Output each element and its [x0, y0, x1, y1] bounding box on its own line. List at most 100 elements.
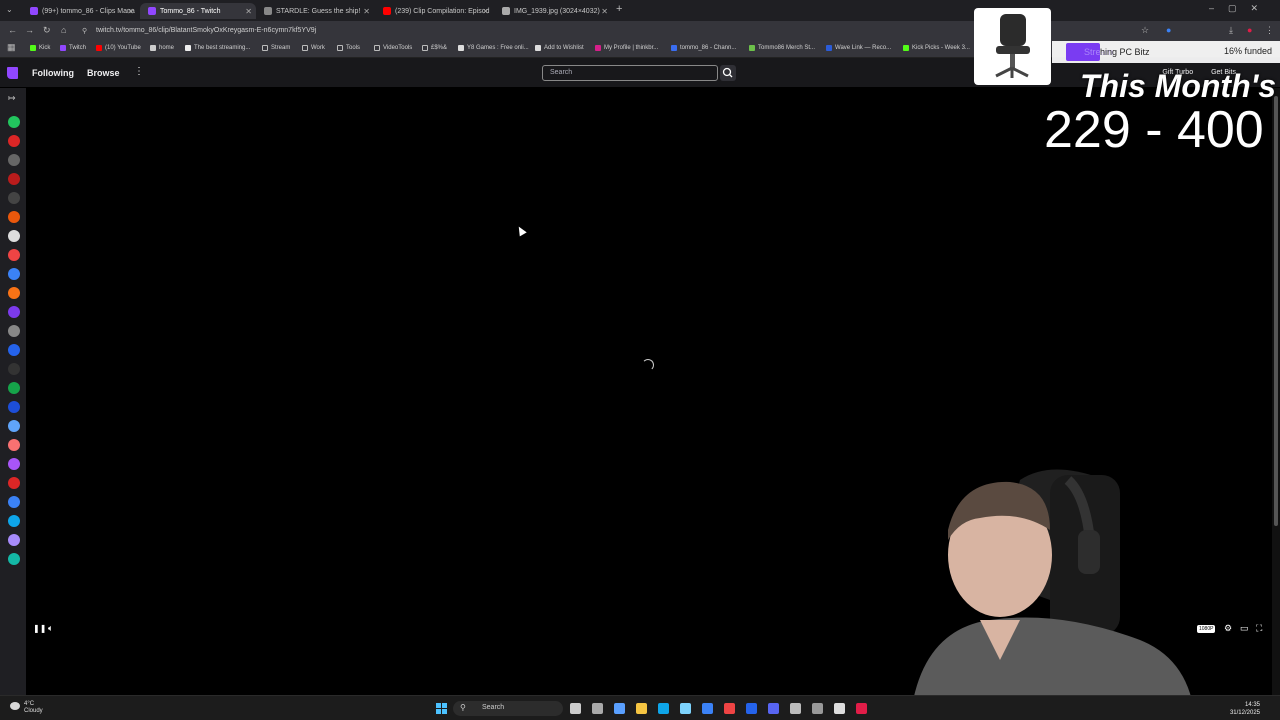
followed-channel-avatar[interactable]: [8, 401, 20, 413]
browser-tab[interactable]: (239) Clip Compilation: Episod ✕: [375, 3, 493, 19]
download-icon[interactable]: ⤓: [1229, 25, 1233, 36]
volume-icon[interactable]: 🔈︎: [48, 623, 53, 634]
taskbar-app-icon[interactable]: [768, 703, 779, 714]
followed-channel-avatar[interactable]: [8, 420, 20, 432]
site-info-icon[interactable]: ⚲: [82, 27, 87, 35]
taskbar-app-icon[interactable]: [746, 703, 757, 714]
bookmark-folder[interactable]: £$%&: [422, 45, 447, 51]
tab-close-icon[interactable]: ✕: [363, 7, 370, 16]
bookmark-label: Twitch: [69, 45, 87, 51]
bookmark-item[interactable]: home: [150, 45, 174, 51]
menu-icon[interactable]: ⋮: [1265, 25, 1274, 36]
scrollbar-thumb[interactable]: [1274, 96, 1278, 526]
taskbar-app-icon[interactable]: [724, 703, 735, 714]
followed-channel-avatar[interactable]: [8, 249, 20, 261]
followed-channel-avatar[interactable]: [8, 211, 20, 223]
bookmark-item[interactable]: Y8 Games : Free onli...: [458, 45, 529, 51]
more-options-icon[interactable]: ⋮: [134, 66, 144, 77]
bookmark-item[interactable]: The best streaming...: [185, 45, 250, 51]
followed-channel-avatar[interactable]: [8, 515, 20, 527]
taskbar-app-icon[interactable]: [812, 703, 823, 714]
bookmark-item[interactable]: My Profile | thinkbr...: [595, 45, 658, 51]
bookmark-folder[interactable]: Work: [302, 45, 325, 51]
theatre-mode-icon[interactable]: ▭: [1240, 623, 1249, 634]
taskbar-app-icon[interactable]: [658, 703, 669, 714]
bookmark-item[interactable]: Twitch: [60, 45, 86, 51]
taskbar-app-icon[interactable]: [790, 703, 801, 714]
extension-icon[interactable]: ●: [1166, 25, 1171, 35]
reload-icon[interactable]: ↻: [43, 25, 51, 36]
followed-channel-avatar[interactable]: [8, 553, 20, 565]
nav-browse-link[interactable]: Browse: [87, 68, 120, 78]
bookmark-item[interactable]: (10) YouTube: [96, 45, 141, 51]
bookmark-item[interactable]: Tommo86 Merch St...: [749, 45, 815, 51]
expand-rail-icon[interactable]: ↦: [8, 93, 16, 104]
followed-channel-avatar[interactable]: [8, 382, 20, 394]
url-field[interactable]: twitch.tv/tommo_86/clip/BlatantSmokyOxKr…: [96, 27, 316, 34]
tab-title: STARDLE: Guess the ship!: [276, 7, 361, 15]
bookmark-folder[interactable]: Stream: [262, 45, 290, 51]
tab-search-icon[interactable]: ⌄: [6, 5, 13, 14]
search-input[interactable]: Search: [542, 65, 718, 81]
followed-channel-avatar[interactable]: [8, 230, 20, 242]
browser-tab[interactable]: STARDLE: Guess the ship! ✕: [256, 3, 374, 19]
followed-channel-avatar[interactable]: [8, 439, 20, 451]
pause-button[interactable]: ❚❚: [33, 624, 46, 633]
followed-channel-avatar[interactable]: [8, 268, 20, 280]
twitch-logo-icon[interactable]: [7, 67, 18, 79]
followed-channel-avatar[interactable]: [8, 306, 20, 318]
followed-channel-avatar[interactable]: [8, 458, 20, 470]
followed-channel-avatar[interactable]: [8, 287, 20, 299]
tab-close-icon[interactable]: ✕: [127, 7, 134, 16]
bookmark-item[interactable]: Kick: [30, 45, 50, 51]
windows-start-icon[interactable]: [436, 703, 447, 714]
followed-channel-avatar[interactable]: [8, 173, 20, 185]
taskbar-app-icon[interactable]: [834, 703, 845, 714]
tab-close-icon[interactable]: ✕: [601, 7, 608, 16]
nav-following-link[interactable]: Following: [32, 68, 74, 78]
system-clock[interactable]: 14:35 31/12/2025: [1224, 701, 1260, 717]
taskbar-app-icon[interactable]: [856, 703, 867, 714]
weather-widget[interactable]: 4°C Cloudy: [24, 701, 43, 715]
bookmark-item[interactable]: tommo_86 - Chann...: [671, 45, 736, 51]
home-icon[interactable]: ⌂: [61, 25, 66, 35]
followed-channel-avatar[interactable]: [8, 325, 20, 337]
bookmark-item[interactable]: Kick Picks - Week 3...: [903, 45, 970, 51]
followed-channel-avatar[interactable]: [8, 496, 20, 508]
bookmark-folder[interactable]: Tools: [337, 45, 360, 51]
settings-icon[interactable]: ⚙: [1224, 623, 1232, 634]
forward-icon[interactable]: →: [25, 25, 34, 35]
taskbar-app-icon[interactable]: [636, 703, 647, 714]
followed-channel-avatar[interactable]: [8, 363, 20, 375]
bookmark-item[interactable]: Add to Wishlist: [535, 45, 584, 51]
followed-channel-avatar[interactable]: [8, 192, 20, 204]
followed-channel-avatar[interactable]: [8, 135, 20, 147]
followed-channel-avatar[interactable]: [8, 154, 20, 166]
taskbar-app-icon[interactable]: [592, 703, 603, 714]
followed-channel-avatar[interactable]: [8, 344, 20, 356]
back-icon[interactable]: ←: [8, 25, 17, 35]
browser-tab[interactable]: IMG_1939.jpg (3024×4032) ✕: [494, 3, 612, 19]
followed-channel-avatar[interactable]: [8, 477, 20, 489]
followed-channel-avatar[interactable]: [8, 534, 20, 546]
window-controls[interactable]: –▢✕: [1209, 3, 1272, 14]
bookmark-favicon-icon: [150, 45, 156, 51]
taskbar-search-box[interactable]: ⚲ Search: [453, 701, 563, 716]
new-tab-icon[interactable]: +: [616, 3, 622, 15]
profile-icon[interactable]: ●: [1247, 25, 1252, 35]
search-button[interactable]: [720, 65, 736, 81]
apps-icon[interactable]: ▦: [7, 42, 16, 53]
browser-tab[interactable]: (99+) tommo_86 - Clips Mana ✕: [22, 3, 138, 19]
bookmark-folder[interactable]: VideoTools: [374, 45, 412, 51]
bookmark-star-icon[interactable]: ☆: [1141, 25, 1149, 36]
taskbar-app-icon[interactable]: [614, 703, 625, 714]
browser-tab-active[interactable]: Tommo_86 - Twitch ✕: [140, 3, 256, 19]
tab-close-icon[interactable]: ✕: [245, 7, 252, 16]
taskbar-app-icon[interactable]: [680, 703, 691, 714]
bookmark-item[interactable]: Wave Link — Reco...: [826, 45, 891, 51]
taskbar-app-icon[interactable]: [570, 703, 581, 714]
followed-channel-avatar[interactable]: [8, 116, 20, 128]
fullscreen-icon[interactable]: ⛶: [1256, 623, 1262, 634]
tab-close-icon[interactable]: ✕: [482, 7, 489, 16]
taskbar-app-icon[interactable]: [702, 703, 713, 714]
